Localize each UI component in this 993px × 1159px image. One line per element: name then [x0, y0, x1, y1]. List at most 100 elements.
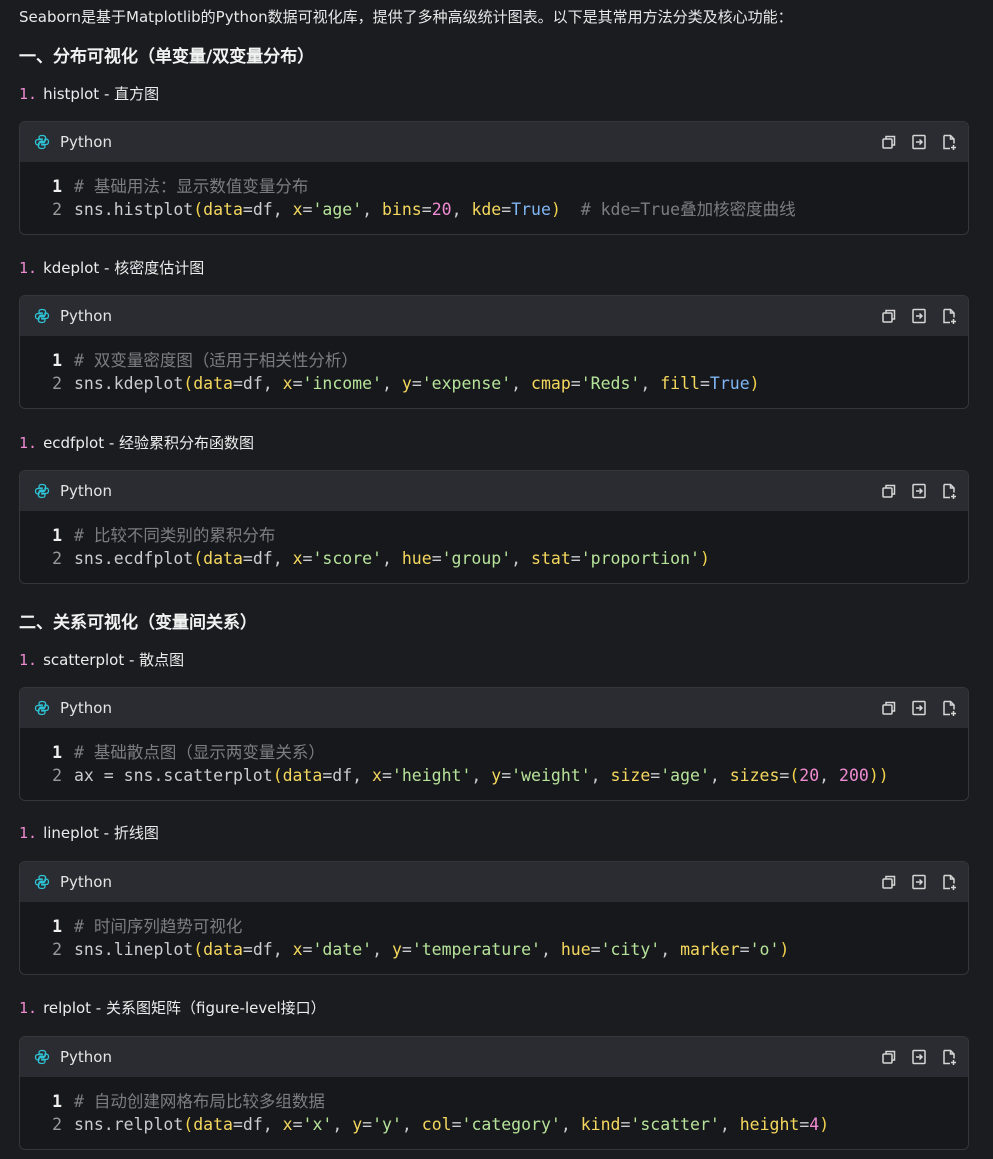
line-number: 1: [52, 917, 62, 936]
item-title-text: histplot - 直方图: [43, 85, 160, 103]
code-token: ): [749, 374, 760, 393]
item-title-relplot: 1. relplot - 关系图矩阵（figure-level接口）: [19, 997, 326, 1019]
new-file-icon[interactable]: [940, 873, 958, 891]
new-file-icon[interactable]: [940, 133, 958, 151]
item-title-ecdfplot: 1. ecdfplot - 经验累积分布函数图: [19, 432, 254, 454]
code-header: Python: [20, 1037, 968, 1077]
code-token: ,: [590, 766, 611, 785]
insert-icon[interactable]: [910, 873, 928, 891]
copy-icon[interactable]: [880, 873, 898, 891]
code-token: data: [193, 1115, 233, 1134]
copy-icon[interactable]: [880, 1048, 898, 1066]
insert-icon[interactable]: [910, 307, 928, 325]
code-token: 'Reds': [580, 374, 641, 393]
code-token: marker: [680, 940, 740, 959]
code-block-histplot: Python 1 # 基础用法：显示数值变量分布 2 sns.histplot(data…: [19, 121, 969, 235]
code-header: Python: [20, 122, 968, 162]
code-body[interactable]: 1 # 基础用法：显示数值变量分布 2 sns.histplot(data=df, x…: [20, 162, 968, 221]
code-token: ,: [660, 940, 681, 959]
code-token: =: [411, 374, 422, 393]
code-token: 'temperature': [411, 940, 541, 959]
item-number: 1.: [19, 259, 38, 277]
code-token: # 基础散点图（显示两变量关系）: [74, 743, 325, 762]
code-token: # 基础用法：显示数值变量分布: [74, 177, 309, 196]
copy-icon[interactable]: [880, 307, 898, 325]
new-file-icon[interactable]: [940, 1048, 958, 1066]
code-body[interactable]: 1 # 双变量密度图（适用于相关性分析） 2 sns.kdeplot(data=df,…: [20, 336, 968, 395]
code-token: x: [292, 940, 303, 959]
code-actions: [880, 133, 958, 151]
code-token: True: [709, 374, 750, 393]
code-line: 1 # 自动创建网格布局比较多组数据: [20, 1090, 968, 1113]
code-header: Python: [20, 688, 968, 728]
code-token: (: [193, 200, 204, 219]
code-token: fill: [660, 374, 700, 393]
item-title-scatterplot: 1. scatterplot - 散点图: [19, 649, 184, 671]
copy-icon[interactable]: [880, 699, 898, 717]
code-token: height: [739, 1115, 800, 1134]
code-token: # 自动创建网格布局比较多组数据: [74, 1092, 325, 1111]
code-token: ,: [332, 1115, 353, 1134]
copy-icon[interactable]: [880, 482, 898, 500]
code-token: col: [421, 1115, 452, 1134]
code-token: (: [193, 549, 204, 568]
line-number: 2: [52, 1115, 62, 1134]
code-token: hue: [560, 940, 591, 959]
item-title-histplot: 1. histplot - 直方图: [19, 83, 159, 105]
code-text: # 比较不同类别的累积分布: [74, 524, 275, 547]
line-number: 2: [52, 940, 62, 959]
code-token: 'date': [312, 940, 373, 959]
new-file-icon[interactable]: [940, 699, 958, 717]
code-token: ,: [511, 374, 532, 393]
code-line: 1 # 双变量密度图（适用于相关性分析）: [20, 349, 968, 372]
insert-icon[interactable]: [910, 133, 928, 151]
code-token: =: [590, 940, 601, 959]
code-token: (: [183, 1115, 194, 1134]
code-token: =df,: [322, 766, 373, 785]
code-line: 1 # 比较不同类别的累积分布: [20, 524, 968, 547]
code-token: 4: [809, 1115, 820, 1134]
code-token: 'group': [441, 549, 512, 568]
code-token: y: [352, 1115, 363, 1134]
python-icon: [34, 308, 50, 324]
new-file-icon[interactable]: [940, 482, 958, 500]
code-block-scatterplot: Python 1 # 基础散点图（显示两变量关系） 2 ax = sns.scatter…: [19, 687, 969, 801]
item-number: 1.: [19, 85, 38, 103]
code-token: y: [491, 766, 502, 785]
section-heading-distribution: 一、分布可视化（单变量/双变量分布）: [19, 47, 315, 67]
code-body[interactable]: 1 # 自动创建网格布局比较多组数据 2 sns.relplot(data=df, x…: [20, 1077, 968, 1136]
language-label: Python: [60, 133, 112, 151]
code-token: True: [511, 200, 551, 219]
code-token: # 比较不同类别的累积分布: [74, 526, 276, 545]
language-label: Python: [60, 699, 112, 717]
code-token: 'proportion': [580, 549, 700, 568]
code-line: 1 # 时间序列趋势可视化: [20, 915, 968, 938]
code-body[interactable]: 1 # 时间序列趋势可视化 2 sns.lineplot(data=df, x='da…: [20, 902, 968, 961]
language-label: Python: [60, 482, 112, 500]
insert-icon[interactable]: [910, 699, 928, 717]
code-token: =: [570, 374, 581, 393]
code-text: sns.histplot(data=df, x='age', bins=20, …: [74, 198, 796, 221]
code-line: 1 # 基础用法：显示数值变量分布: [20, 175, 968, 198]
code-token: (: [789, 766, 800, 785]
code-actions: [880, 699, 958, 717]
new-file-icon[interactable]: [940, 307, 958, 325]
code-line: 1 # 基础散点图（显示两变量关系）: [20, 741, 968, 764]
code-token: x: [292, 549, 303, 568]
insert-icon[interactable]: [910, 482, 928, 500]
code-line: 2 sns.relplot(data=df, x='x', y='y', col=…: [20, 1113, 968, 1136]
code-token: sizes: [729, 766, 780, 785]
code-token: ): [550, 200, 561, 219]
code-line: 2 sns.lineplot(data=df, x='date', y='temp…: [20, 938, 968, 961]
insert-icon[interactable]: [910, 1048, 928, 1066]
code-token: ,: [540, 940, 561, 959]
code-token: 'o': [749, 940, 780, 959]
code-body[interactable]: 1 # 比较不同类别的累积分布 2 sns.ecdfplot(data=df, x='…: [20, 511, 968, 570]
copy-icon[interactable]: [880, 133, 898, 151]
line-number: 2: [52, 374, 62, 393]
code-token: 'scatter': [630, 1115, 720, 1134]
code-body[interactable]: 1 # 基础散点图（显示两变量关系） 2 ax = sns.scatterplot(d…: [20, 728, 968, 787]
code-block-ecdfplot: Python 1 # 比较不同类别的累积分布 2 sns.ecdfplot(data=d…: [19, 470, 969, 584]
code-token: 'score': [312, 549, 382, 568]
